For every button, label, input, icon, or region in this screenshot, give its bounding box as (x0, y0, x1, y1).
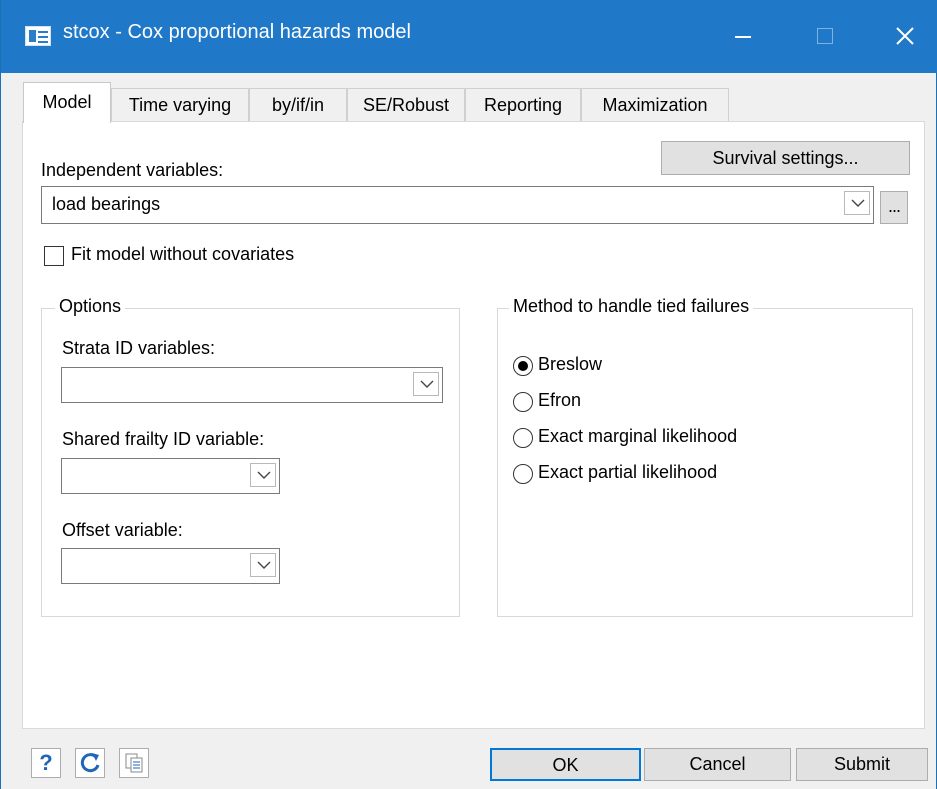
chevron-down-icon (420, 380, 434, 388)
copy-icon (125, 753, 143, 773)
shared-frailty-combo[interactable] (61, 458, 280, 494)
close-icon (896, 27, 914, 45)
survival-settings-button[interactable]: Survival settings... (661, 141, 910, 175)
window-title: stcox - Cox proportional hazards model (63, 21, 411, 43)
maximize-button[interactable] (795, 0, 855, 73)
tab-se-robust[interactable]: SE/Robust (347, 88, 465, 122)
strata-id-combo[interactable] (61, 367, 443, 403)
independent-variables-dropdown[interactable] (844, 191, 870, 215)
tab-time-varying[interactable]: Time varying (111, 88, 249, 122)
tied-failures-group-title: Method to handle tied failures (509, 296, 754, 317)
submit-button[interactable]: Submit (796, 748, 928, 781)
fit-without-covariates-checkbox[interactable] (44, 246, 64, 266)
strata-id-label: Strata ID variables: (62, 338, 216, 358)
independent-variables-combo[interactable]: load bearings (41, 186, 874, 224)
ok-button[interactable]: OK (490, 748, 641, 781)
radio-exact-partial[interactable] (513, 464, 533, 484)
shared-frailty-dropdown[interactable] (250, 463, 276, 487)
help-button[interactable]: ? (31, 748, 61, 778)
shared-frailty-label: Shared frailty ID variable: (62, 429, 265, 449)
chevron-down-icon (851, 199, 865, 207)
dialog-window: stcox - Cox proportional hazards model M… (0, 0, 937, 789)
independent-variables-label: Independent variables: (41, 160, 224, 180)
tab-model[interactable]: Model (23, 82, 111, 123)
cancel-button[interactable]: Cancel (644, 748, 791, 781)
radio-exact-marginal-label: Exact marginal likelihood (538, 426, 738, 446)
independent-variables-value: load bearings (52, 194, 161, 214)
copy-command-button[interactable] (119, 748, 149, 778)
title-bar: stcox - Cox proportional hazards model (1, 0, 937, 73)
close-button[interactable] (875, 0, 935, 73)
app-icon (25, 26, 51, 46)
options-group-title: Options (55, 296, 126, 317)
radio-efron[interactable] (513, 392, 533, 412)
reset-button[interactable] (75, 748, 105, 778)
offset-variable-combo[interactable] (61, 548, 280, 584)
tab-by-if-in[interactable]: by/if/in (249, 88, 347, 122)
radio-exact-partial-label: Exact partial likelihood (538, 462, 718, 482)
tab-reporting[interactable]: Reporting (465, 88, 581, 122)
reset-icon (80, 753, 100, 773)
radio-breslow[interactable] (513, 356, 533, 376)
minimize-button[interactable] (713, 0, 773, 73)
chevron-down-icon (257, 561, 271, 569)
radio-breslow-label: Breslow (538, 354, 603, 374)
fit-without-covariates-label: Fit model without covariates (71, 244, 295, 264)
chevron-down-icon (257, 471, 271, 479)
tab-maximization[interactable]: Maximization (581, 88, 729, 122)
strata-id-dropdown[interactable] (413, 372, 439, 396)
radio-exact-marginal[interactable] (513, 428, 533, 448)
offset-variable-label: Offset variable: (62, 520, 183, 540)
offset-variable-dropdown[interactable] (250, 553, 276, 577)
variables-browse-button[interactable]: ... (880, 191, 908, 224)
radio-efron-label: Efron (538, 390, 582, 410)
